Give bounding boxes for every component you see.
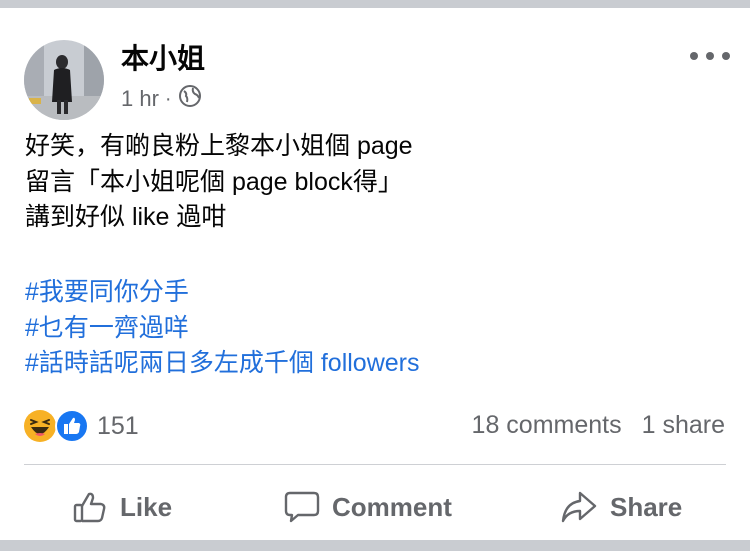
shares-count-link[interactable]: 1 share (642, 411, 725, 440)
haha-reaction-icon (23, 409, 57, 448)
post-text-line: 講到好似 like 過咁 (25, 203, 227, 231)
like-button[interactable]: Like (72, 482, 172, 532)
meta-separator: · (164, 87, 172, 110)
post-card: 本小姐 1 hr · 好笑，有啲良粉上黎本小姐個 page 留言「本小姐呢個 p… (0, 8, 750, 540)
comments-count-link[interactable]: 18 comments (472, 411, 622, 440)
like-label: Like (120, 491, 173, 522)
post-text-line: 留言「本小姐呢個 page block得」 (25, 167, 403, 196)
more-options-icon[interactable] (690, 46, 730, 66)
avatar[interactable] (24, 40, 104, 120)
post-text-line: 好笑，有啲良粉上黎本小姐個 page (25, 132, 413, 160)
share-arrow-icon (560, 489, 598, 525)
hashtag-link[interactable]: #乜有一齊過咩 (25, 311, 725, 347)
globe-icon (178, 84, 202, 114)
comment-button[interactable]: Comment (284, 482, 452, 532)
post-stats: 18 comments 1 share (472, 411, 725, 440)
hashtag-list: #我要同你分手 #乜有一齊過咩 #話時話呢兩日多左成千個 followers (25, 275, 725, 382)
hashtag-link[interactable]: #話時話呢兩日多左成千個 followers (25, 346, 725, 382)
reaction-summary[interactable]: 151 (23, 406, 139, 446)
comment-bubble-icon (284, 489, 320, 525)
thumbs-up-icon (72, 489, 108, 525)
divider (24, 464, 726, 465)
author-name[interactable]: 本小姐 (121, 41, 205, 77)
share-label: Share (610, 491, 683, 522)
post-text: 好笑，有啲良粉上黎本小姐個 page 留言「本小姐呢個 page block得」… (25, 129, 725, 236)
post-time[interactable]: 1 hr (121, 86, 159, 112)
share-button[interactable]: Share (560, 482, 682, 532)
like-reaction-icon (55, 409, 89, 448)
hashtag-link[interactable]: #我要同你分手 (25, 275, 725, 311)
comment-label: Comment (332, 491, 452, 522)
reaction-count: 151 (97, 411, 139, 440)
post-meta: 1 hr · (121, 84, 202, 114)
